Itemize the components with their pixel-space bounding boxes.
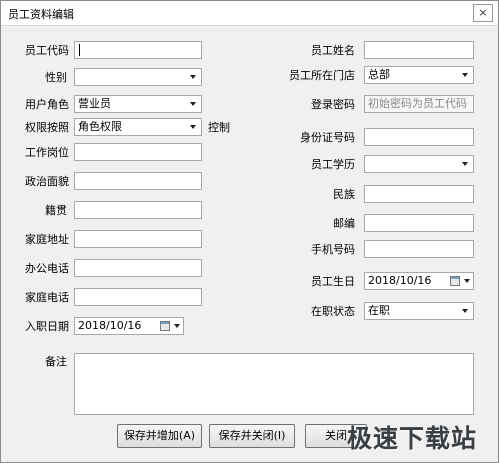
- chevron-down-icon: [462, 162, 468, 166]
- user-role-select[interactable]: 营业员: [74, 95, 202, 113]
- native-place-label: 籍贯: [45, 204, 67, 217]
- gender-label: 性别: [45, 71, 67, 84]
- title-bar: 员工资料编辑 ×: [1, 1, 498, 26]
- permission-label: 权限按照: [25, 121, 69, 134]
- chevron-down-icon: [190, 125, 196, 129]
- office-phone-label: 办公电话: [25, 262, 69, 275]
- save-and-close-button[interactable]: 保存并关闭(I): [209, 424, 295, 448]
- login-password-label: 登录密码: [311, 98, 355, 111]
- hire-date-picker[interactable]: 2018/10/16: [74, 317, 184, 335]
- save-and-add-button[interactable]: 保存并增加(A): [117, 424, 202, 448]
- ethnicity-label: 民族: [333, 188, 355, 201]
- calendar-icon[interactable]: [160, 321, 170, 331]
- postcode-label: 邮编: [333, 217, 355, 230]
- home-phone-label: 家庭电话: [25, 291, 69, 304]
- employee-code-label: 员工代码: [25, 44, 69, 57]
- job-position-label: 工作岗位: [25, 146, 69, 159]
- permission-select[interactable]: 角色权限: [74, 118, 202, 136]
- chevron-down-icon: [190, 75, 196, 79]
- education-label: 员工学历: [311, 158, 355, 171]
- calendar-icon[interactable]: [450, 276, 460, 286]
- chevron-down-icon: [462, 73, 468, 77]
- home-phone-input[interactable]: [74, 288, 202, 306]
- chevron-down-icon: [174, 324, 180, 328]
- mobile-label: 手机号码: [311, 243, 355, 256]
- watermark-logo: 极速下载站: [347, 424, 478, 453]
- chevron-down-icon: [462, 309, 468, 313]
- remarks-label: 备注: [45, 355, 67, 368]
- office-phone-input[interactable]: [74, 259, 202, 277]
- mobile-input[interactable]: [364, 240, 474, 258]
- home-address-label: 家庭地址: [25, 233, 69, 246]
- employee-name-input[interactable]: [364, 41, 474, 59]
- text-caret: [79, 44, 80, 56]
- postcode-input[interactable]: [364, 214, 474, 232]
- hire-date-label: 入职日期: [25, 320, 69, 333]
- employee-code-input[interactable]: [74, 41, 202, 59]
- native-place-input[interactable]: [74, 201, 202, 219]
- store-label: 员工所在门店: [289, 69, 355, 82]
- political-status-label: 政治面貌: [25, 175, 69, 188]
- political-status-input[interactable]: [74, 172, 202, 190]
- chevron-down-icon: [464, 279, 470, 283]
- employee-name-label: 员工姓名: [311, 44, 355, 57]
- window-title: 员工资料编辑: [8, 8, 74, 21]
- permission-suffix-label: 控制: [208, 121, 230, 134]
- login-password-input[interactable]: 初始密码为员工代码: [364, 95, 474, 113]
- user-role-label: 用户角色: [25, 98, 69, 111]
- id-number-input[interactable]: [364, 128, 474, 146]
- ethnicity-input[interactable]: [364, 185, 474, 203]
- status-label: 在职状态: [311, 305, 355, 318]
- id-number-label: 身份证号码: [300, 131, 355, 144]
- employee-edit-window: 员工资料编辑 × 员工代码 性别 用户角色 营业员 权限按照 角色权限 控制 工…: [0, 0, 499, 463]
- status-select[interactable]: 在职: [364, 302, 474, 320]
- job-position-input[interactable]: [74, 143, 202, 161]
- chevron-down-icon: [190, 102, 196, 106]
- education-select[interactable]: [364, 155, 474, 173]
- store-select[interactable]: 总部: [364, 66, 474, 84]
- birthday-picker[interactable]: 2018/10/16: [364, 272, 474, 290]
- gender-select[interactable]: [74, 68, 202, 86]
- birthday-label: 员工生日: [311, 275, 355, 288]
- home-address-input[interactable]: [74, 230, 202, 248]
- remarks-textarea[interactable]: [74, 353, 474, 415]
- close-window-icon[interactable]: ×: [473, 4, 493, 22]
